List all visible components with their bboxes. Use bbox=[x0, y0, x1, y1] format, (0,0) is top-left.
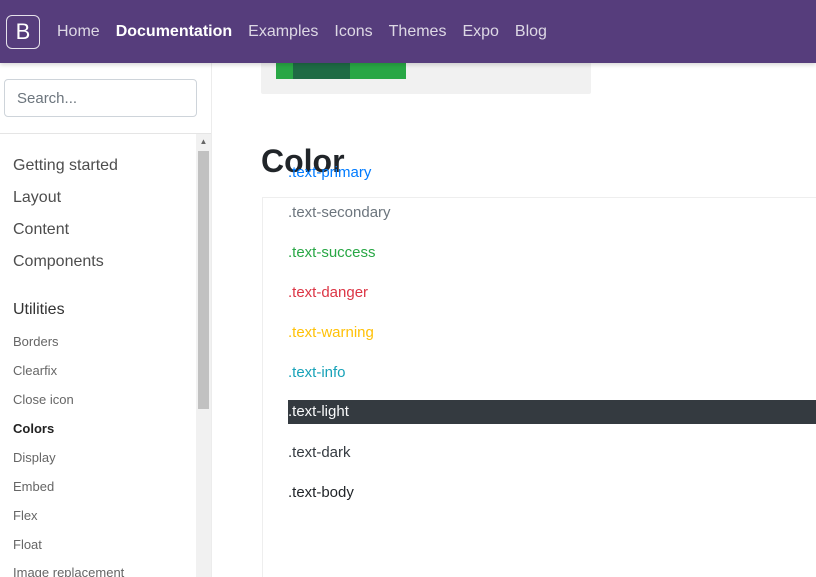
search-input[interactable] bbox=[4, 79, 197, 117]
color-class-text-primary: .text-primary bbox=[288, 164, 372, 181]
bootstrap-logo-icon[interactable]: B bbox=[6, 14, 40, 49]
sidebar-subitem-clearfix[interactable]: Clearfix bbox=[13, 363, 57, 378]
nav-link-icons[interactable]: Icons bbox=[334, 23, 372, 41]
sidebar-nav: Getting started Layout Content Component… bbox=[0, 134, 196, 577]
nav-link-documentation[interactable]: Documentation bbox=[116, 23, 232, 41]
color-class-text-dark: .text-dark bbox=[288, 444, 351, 461]
nav-link-expo[interactable]: Expo bbox=[462, 23, 498, 41]
sidebar-subitem-borders[interactable]: Borders bbox=[13, 334, 59, 349]
nav-link-home[interactable]: Home bbox=[57, 23, 100, 41]
scrollbar-thumb[interactable] bbox=[198, 151, 209, 409]
sidebar-subitem-colors[interactable]: Colors bbox=[13, 421, 54, 436]
color-class-text-light: .text-light bbox=[288, 400, 816, 424]
scroll-up-arrow-icon[interactable]: ▲ bbox=[196, 134, 211, 149]
sidebar-item-getting-started[interactable]: Getting started bbox=[13, 157, 118, 175]
sidebar-item-utilities[interactable]: Utilities bbox=[13, 301, 65, 319]
color-class-text-success: .text-success bbox=[288, 244, 376, 261]
color-class-text-info: .text-info bbox=[288, 364, 346, 381]
sidebar-subitem-image-replacement[interactable]: Image replacement bbox=[13, 565, 124, 577]
sidebar-subitem-embed[interactable]: Embed bbox=[13, 479, 54, 494]
sidebar-scrollbar[interactable]: ▲ bbox=[196, 134, 211, 577]
example-swatch bbox=[276, 63, 293, 79]
main-content: Color .text-primary .text-secondary .text-… bbox=[212, 63, 816, 577]
top-navbar: B Home Documentation Examples Icons Them… bbox=[0, 0, 816, 63]
docs-sidebar: Getting started Layout Content Component… bbox=[0, 63, 212, 577]
search-container bbox=[0, 63, 211, 134]
nav-link-themes[interactable]: Themes bbox=[389, 23, 447, 41]
nav-link-blog[interactable]: Blog bbox=[515, 23, 547, 41]
example-swatch bbox=[350, 63, 406, 79]
sidebar-subitem-flex[interactable]: Flex bbox=[13, 508, 38, 523]
sidebar-item-content[interactable]: Content bbox=[13, 221, 69, 239]
sidebar-subitem-display[interactable]: Display bbox=[13, 450, 56, 465]
color-class-text-secondary: .text-secondary bbox=[288, 204, 391, 221]
sidebar-subitem-float[interactable]: Float bbox=[13, 537, 42, 552]
color-class-text-body: .text-body bbox=[288, 484, 354, 501]
example-preview-box bbox=[261, 63, 591, 94]
example-swatch bbox=[293, 63, 350, 79]
color-class-text-danger: .text-danger bbox=[288, 284, 369, 301]
sidebar-item-layout[interactable]: Layout bbox=[13, 189, 61, 207]
nav-link-examples[interactable]: Examples bbox=[248, 23, 318, 41]
color-class-text-warning: .text-warning bbox=[288, 324, 374, 341]
sidebar-subitem-close-icon[interactable]: Close icon bbox=[13, 392, 74, 407]
sidebar-item-components[interactable]: Components bbox=[13, 253, 104, 271]
